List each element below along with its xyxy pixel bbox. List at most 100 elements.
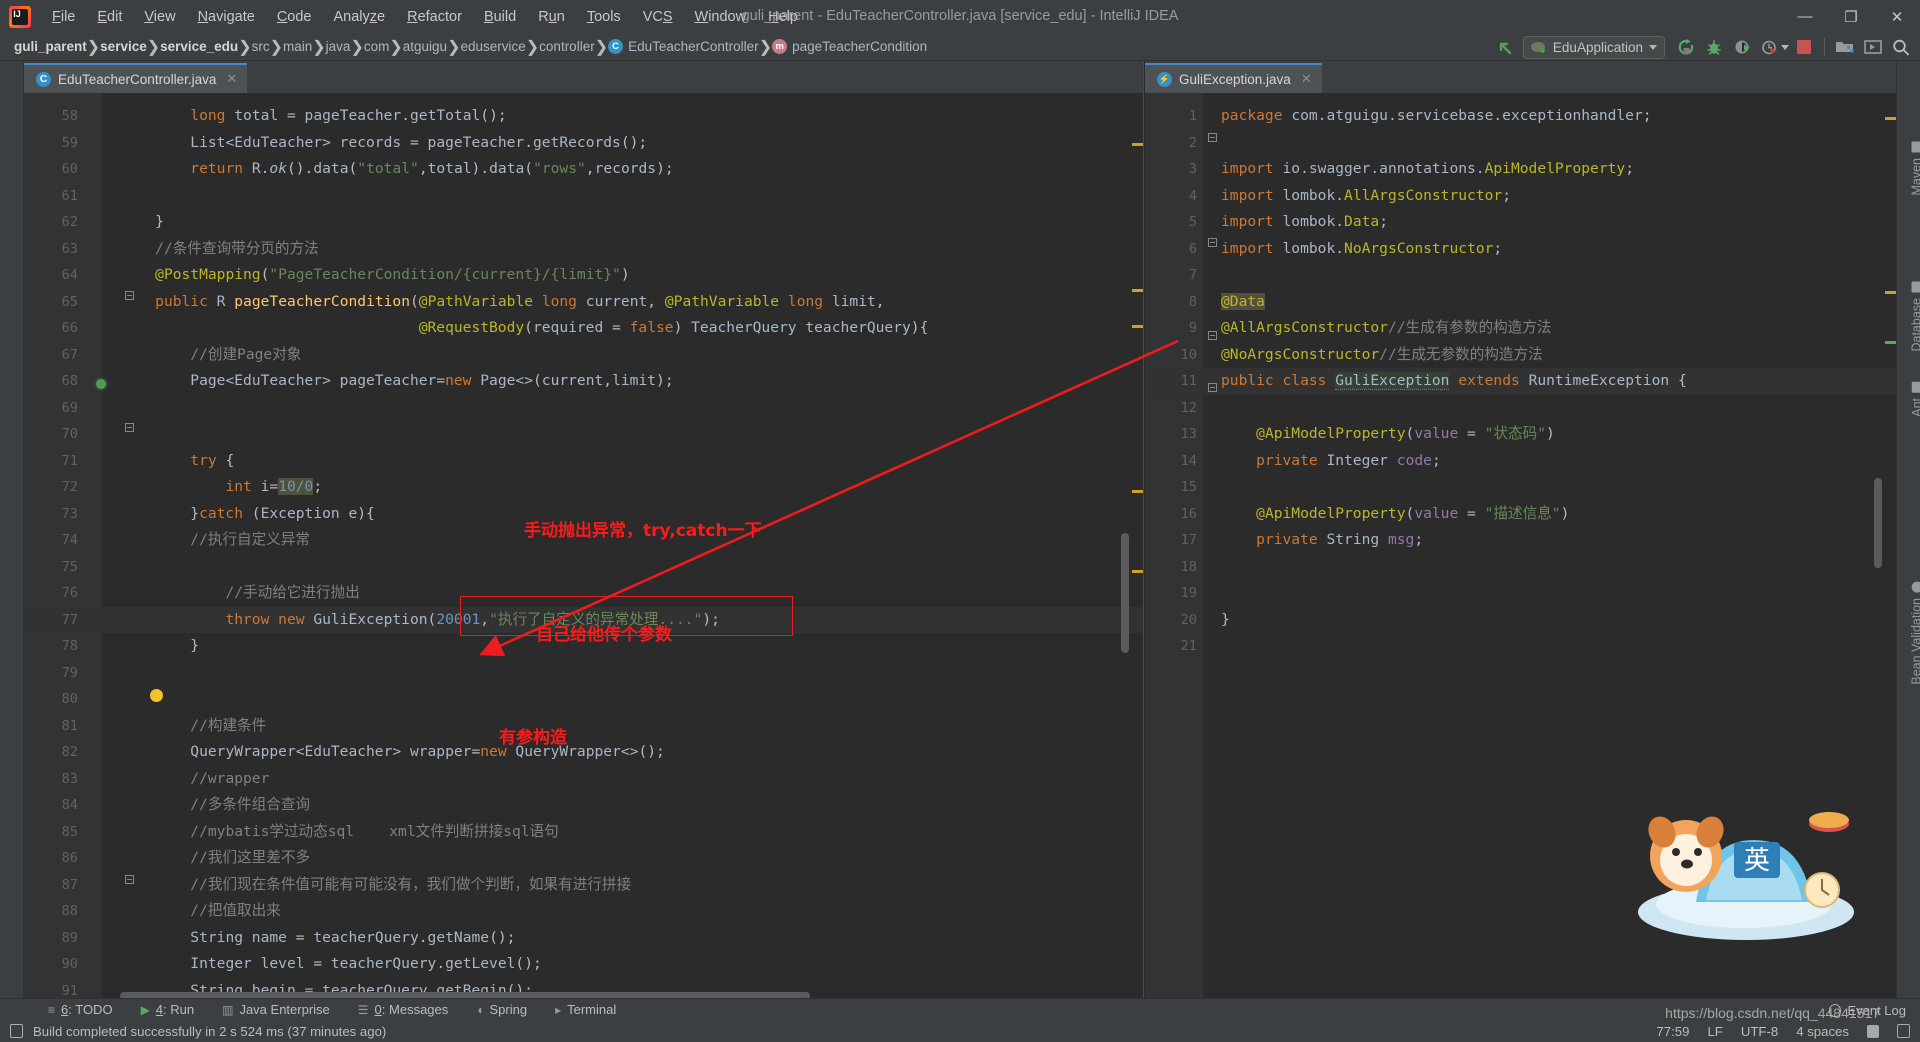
menu-item-edit[interactable]: Edit bbox=[86, 5, 133, 29]
project-structure-button[interactable] bbox=[1832, 35, 1858, 59]
breadcrumb-item-main[interactable]: main bbox=[283, 39, 312, 54]
fold-marker[interactable] bbox=[125, 875, 134, 884]
menu-bar[interactable]: File Edit View Navigate Code Analyze Refactor B… bbox=[41, 0, 809, 33]
stripe-marker[interactable] bbox=[1132, 570, 1143, 573]
breadcrumb-item-guli_parent[interactable]: guli_parent bbox=[14, 39, 87, 54]
breadcrumb-item-src[interactable]: src bbox=[252, 39, 270, 54]
intention-bulb-icon[interactable] bbox=[150, 689, 163, 702]
status-bar-right[interactable]: 77:59 LF UTF-8 4 spaces bbox=[1656, 1024, 1910, 1039]
stripe-marker[interactable] bbox=[1885, 117, 1896, 120]
fold-marker[interactable] bbox=[125, 423, 134, 432]
breadcrumb-label: service_edu bbox=[160, 39, 239, 54]
menu-item-tools[interactable]: Tools bbox=[576, 5, 632, 29]
left-tool-window-stripe[interactable]: 1: Project 7: Structure ★ 2: Favorites W… bbox=[0, 61, 24, 1002]
breadcrumb-item-com[interactable]: com bbox=[364, 39, 390, 54]
fold-marker[interactable] bbox=[1208, 133, 1217, 142]
inspection-widget-icon[interactable] bbox=[1897, 1024, 1910, 1038]
line-number: 7 bbox=[1188, 267, 1197, 283]
update-project-button[interactable] bbox=[1860, 35, 1886, 59]
run-configuration-selector[interactable]: EduApplication bbox=[1522, 35, 1665, 59]
caret-position[interactable]: 77:59 bbox=[1656, 1024, 1689, 1039]
tab-guli-exception[interactable]: ⚡ GuliException.java ✕ bbox=[1145, 63, 1322, 93]
fold-marker[interactable] bbox=[1208, 383, 1217, 392]
line-number: 18 bbox=[1180, 558, 1197, 575]
sidebar-item-database[interactable]: Database bbox=[1910, 282, 1920, 352]
sidebar-item-maven[interactable]: Maven bbox=[1910, 142, 1920, 196]
bottom-tool-todo[interactable]: ≡ 6: TODO bbox=[34, 999, 127, 1021]
fold-marker[interactable] bbox=[1208, 331, 1217, 340]
breadcrumb[interactable]: guli_parent ❯ service ❯ service_edu ❯ src ❯ main… bbox=[14, 37, 927, 57]
chevron-down-icon[interactable] bbox=[1649, 44, 1657, 50]
main-toolbar[interactable]: EduApplication bbox=[1493, 33, 1914, 61]
sidebar-item-label: Maven bbox=[1910, 158, 1920, 196]
stripe-marker[interactable] bbox=[1132, 325, 1143, 328]
vertical-scrollbar[interactable] bbox=[1121, 533, 1129, 653]
close-button[interactable]: ✕ bbox=[1874, 0, 1920, 33]
stripe-marker[interactable] bbox=[1885, 291, 1896, 294]
line-separator[interactable]: LF bbox=[1707, 1024, 1722, 1039]
tab-edu-teacher-controller[interactable]: C EduTeacherController.java ✕ bbox=[24, 63, 248, 93]
breadcrumb-separator: ❯ bbox=[312, 38, 326, 56]
breadcrumb-item-atguigu[interactable]: atguigu bbox=[403, 39, 447, 54]
bottom-tool-window-bar[interactable]: ≡ 6: TODO ▶ 4: Run ▥ Java Enterprise ☰ 0: Messa… bbox=[0, 998, 1920, 1020]
vertical-scrollbar[interactable] bbox=[1874, 478, 1882, 568]
editor-tabs-right[interactable]: ⚡ GuliException.java ✕ bbox=[1145, 61, 1896, 93]
breadcrumb-item-eduservice[interactable]: eduservice bbox=[460, 39, 525, 54]
breadcrumb-item-controller[interactable]: controller bbox=[539, 39, 595, 54]
sidebar-item-bean-validation[interactable]: Bean Validation bbox=[1910, 582, 1920, 685]
close-icon[interactable]: ✕ bbox=[226, 71, 237, 87]
editor-tabs-left[interactable]: C EduTeacherController.java ✕ bbox=[24, 61, 1143, 93]
search-everywhere-icon[interactable] bbox=[1888, 35, 1914, 59]
window-controls[interactable]: — ❐ ✕ bbox=[1782, 0, 1920, 33]
bottom-tool-messages[interactable]: ☰ 0: Messages bbox=[344, 999, 462, 1021]
menu-item-run[interactable]: Run bbox=[527, 5, 576, 29]
run-button[interactable] bbox=[1673, 35, 1699, 59]
stripe-marker[interactable] bbox=[1132, 289, 1143, 292]
right-tool-window-stripe[interactable]: Maven Database Ant Bean Validation bbox=[1896, 61, 1920, 1002]
menu-item-help[interactable]: Help bbox=[757, 5, 809, 29]
breadcrumb-item-java[interactable]: java bbox=[326, 39, 351, 54]
method-icon: m bbox=[772, 39, 788, 54]
lock-icon[interactable] bbox=[1867, 1024, 1879, 1038]
bottom-tool-run[interactable]: ▶ 4: Run bbox=[127, 999, 209, 1021]
stop-button[interactable] bbox=[1791, 35, 1817, 59]
profiler-chevron-down-icon[interactable] bbox=[1781, 44, 1789, 50]
menu-item-vcs[interactable]: VCS bbox=[632, 5, 684, 29]
menu-item-code[interactable]: Code bbox=[266, 5, 323, 29]
profiler-button[interactable] bbox=[1757, 35, 1783, 59]
menu-item-view[interactable]: View bbox=[133, 5, 186, 29]
stripe-marker[interactable] bbox=[1132, 490, 1143, 493]
maximize-button[interactable]: ❐ bbox=[1828, 0, 1874, 33]
back-arrow-icon[interactable] bbox=[1493, 35, 1519, 59]
sidebar-item-ant[interactable]: Ant bbox=[1910, 382, 1920, 417]
bottom-tool-label: 4: Run bbox=[155, 1002, 195, 1017]
stripe-marker[interactable] bbox=[1885, 341, 1896, 344]
menu-item-analyze[interactable]: Analyze bbox=[323, 5, 397, 29]
annotation-text: 有参构造 bbox=[499, 728, 567, 748]
file-encoding[interactable]: UTF-8 bbox=[1741, 1024, 1778, 1039]
bottom-tool-java-enterprise[interactable]: ▥ Java Enterprise bbox=[208, 999, 344, 1021]
menu-item-window[interactable]: Window bbox=[684, 5, 758, 29]
breadcrumb-item-service[interactable]: service bbox=[100, 39, 147, 54]
bottom-tool-spring[interactable]: ◖ Spring bbox=[462, 999, 541, 1021]
stripe-marker[interactable] bbox=[1132, 143, 1143, 146]
code-editor-left[interactable]: 58 long total = pageTeacher.getTotal(); 5… bbox=[24, 93, 1143, 1002]
fold-marker[interactable] bbox=[125, 291, 134, 300]
breadcrumb-item-service_edu[interactable]: service_edu bbox=[160, 39, 238, 54]
menu-item-refactor[interactable]: Refactor bbox=[396, 5, 473, 29]
menu-item-navigate[interactable]: Navigate bbox=[187, 5, 266, 29]
run-endpoint-gutter-icon[interactable] bbox=[94, 377, 108, 391]
menu-item-file[interactable]: File bbox=[41, 5, 86, 29]
minimize-button[interactable]: — bbox=[1782, 0, 1828, 33]
breadcrumb-item-pageteachercondition[interactable]: m pageTeacherCondition bbox=[772, 39, 927, 54]
debug-button[interactable] bbox=[1701, 35, 1727, 59]
close-icon[interactable]: ✕ bbox=[1301, 71, 1312, 87]
menu-item-build[interactable]: Build bbox=[473, 5, 527, 29]
status-bar: Build completed successfully in 2 s 524 … bbox=[0, 1020, 1920, 1042]
breadcrumb-item-eduteachercontroller[interactable]: C EduTeacherController bbox=[608, 39, 759, 54]
indent-setting[interactable]: 4 spaces bbox=[1796, 1024, 1849, 1039]
bottom-tool-terminal[interactable]: ▸ Terminal bbox=[541, 999, 630, 1021]
run-with-coverage-button[interactable] bbox=[1729, 35, 1755, 59]
bean-icon bbox=[1911, 582, 1920, 593]
fold-marker[interactable] bbox=[1208, 238, 1217, 247]
